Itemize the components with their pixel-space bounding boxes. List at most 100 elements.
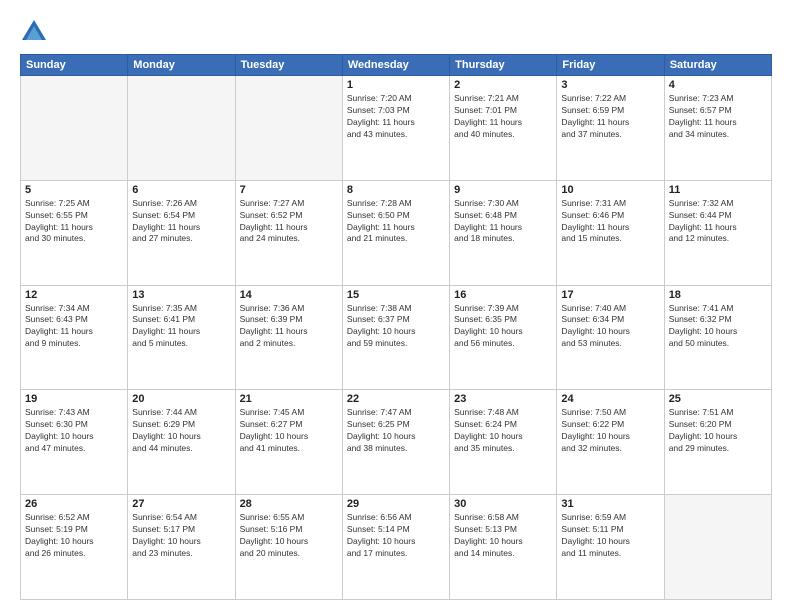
calendar-cell: 21 Sunrise: 7:45 AM Sunset: 6:27 PM Dayli… bbox=[235, 390, 342, 495]
calendar-cell: 19 Sunrise: 7:43 AM Sunset: 6:30 PM Dayli… bbox=[21, 390, 128, 495]
day-info: Sunrise: 6:55 AM Sunset: 5:16 PM Dayligh… bbox=[240, 512, 338, 560]
day-info: Sunrise: 7:31 AM Sunset: 6:46 PM Dayligh… bbox=[561, 198, 659, 246]
weekday-header-row: SundayMondayTuesdayWednesdayThursdayFrid… bbox=[21, 55, 772, 76]
day-number: 8 bbox=[347, 184, 445, 196]
day-number: 27 bbox=[132, 498, 230, 510]
day-info: Sunrise: 7:26 AM Sunset: 6:54 PM Dayligh… bbox=[132, 198, 230, 246]
day-number: 17 bbox=[561, 289, 659, 301]
calendar-cell: 27 Sunrise: 6:54 AM Sunset: 5:17 PM Dayli… bbox=[128, 495, 235, 600]
day-info: Sunrise: 7:43 AM Sunset: 6:30 PM Dayligh… bbox=[25, 407, 123, 455]
calendar-cell: 5 Sunrise: 7:25 AM Sunset: 6:55 PM Daylig… bbox=[21, 180, 128, 285]
calendar-cell: 17Sunrise: 7:40 AM Sunset: 6:34 PM Dayli… bbox=[557, 285, 664, 390]
day-info: Sunrise: 7:44 AM Sunset: 6:29 PM Dayligh… bbox=[132, 407, 230, 455]
day-info: Sunrise: 7:30 AM Sunset: 6:48 PM Dayligh… bbox=[454, 198, 552, 246]
weekday-header-monday: Monday bbox=[128, 55, 235, 76]
day-info: Sunrise: 7:32 AM Sunset: 6:44 PM Dayligh… bbox=[669, 198, 767, 246]
calendar-cell: 11Sunrise: 7:32 AM Sunset: 6:44 PM Dayli… bbox=[664, 180, 771, 285]
weekday-header-thursday: Thursday bbox=[450, 55, 557, 76]
day-number: 25 bbox=[669, 393, 767, 405]
day-number: 23 bbox=[454, 393, 552, 405]
day-info: Sunrise: 7:48 AM Sunset: 6:24 PM Dayligh… bbox=[454, 407, 552, 455]
day-info: Sunrise: 7:25 AM Sunset: 6:55 PM Dayligh… bbox=[25, 198, 123, 246]
day-info: Sunrise: 7:38 AM Sunset: 6:37 PM Dayligh… bbox=[347, 303, 445, 351]
day-info: Sunrise: 6:52 AM Sunset: 5:19 PM Dayligh… bbox=[25, 512, 123, 560]
day-number: 30 bbox=[454, 498, 552, 510]
day-number: 19 bbox=[25, 393, 123, 405]
calendar-table: SundayMondayTuesdayWednesdayThursdayFrid… bbox=[20, 54, 772, 600]
day-info: Sunrise: 7:35 AM Sunset: 6:41 PM Dayligh… bbox=[132, 303, 230, 351]
day-number: 21 bbox=[240, 393, 338, 405]
day-info: Sunrise: 7:50 AM Sunset: 6:22 PM Dayligh… bbox=[561, 407, 659, 455]
day-info: Sunrise: 6:59 AM Sunset: 5:11 PM Dayligh… bbox=[561, 512, 659, 560]
calendar-week-4: 19 Sunrise: 7:43 AM Sunset: 6:30 PM Dayli… bbox=[21, 390, 772, 495]
calendar-week-3: 12Sunrise: 7:34 AM Sunset: 6:43 PM Dayli… bbox=[21, 285, 772, 390]
day-number: 12 bbox=[25, 289, 123, 301]
day-info: Sunrise: 7:36 AM Sunset: 6:39 PM Dayligh… bbox=[240, 303, 338, 351]
day-number: 29 bbox=[347, 498, 445, 510]
day-info: Sunrise: 7:22 AM Sunset: 6:59 PM Dayligh… bbox=[561, 93, 659, 141]
calendar-cell: 13Sunrise: 7:35 AM Sunset: 6:41 PM Dayli… bbox=[128, 285, 235, 390]
day-info: Sunrise: 7:27 AM Sunset: 6:52 PM Dayligh… bbox=[240, 198, 338, 246]
calendar-cell: 28 Sunrise: 6:55 AM Sunset: 5:16 PM Dayli… bbox=[235, 495, 342, 600]
day-number: 16 bbox=[454, 289, 552, 301]
weekday-header-friday: Friday bbox=[557, 55, 664, 76]
calendar-cell: 6Sunrise: 7:26 AM Sunset: 6:54 PM Daylig… bbox=[128, 180, 235, 285]
calendar-cell: 24 Sunrise: 7:50 AM Sunset: 6:22 PM Dayli… bbox=[557, 390, 664, 495]
weekday-header-tuesday: Tuesday bbox=[235, 55, 342, 76]
calendar-cell: 26Sunrise: 6:52 AM Sunset: 5:19 PM Dayli… bbox=[21, 495, 128, 600]
calendar-cell: 15Sunrise: 7:38 AM Sunset: 6:37 PM Dayli… bbox=[342, 285, 449, 390]
calendar-cell: 2Sunrise: 7:21 AM Sunset: 7:01 PM Daylig… bbox=[450, 76, 557, 181]
day-number: 1 bbox=[347, 79, 445, 91]
day-info: Sunrise: 6:54 AM Sunset: 5:17 PM Dayligh… bbox=[132, 512, 230, 560]
day-number: 4 bbox=[669, 79, 767, 91]
header bbox=[20, 18, 772, 46]
calendar-cell: 14 Sunrise: 7:36 AM Sunset: 6:39 PM Dayli… bbox=[235, 285, 342, 390]
logo-icon bbox=[20, 18, 48, 46]
calendar-cell: 31 Sunrise: 6:59 AM Sunset: 5:11 PM Dayli… bbox=[557, 495, 664, 600]
day-number: 28 bbox=[240, 498, 338, 510]
day-info: Sunrise: 7:28 AM Sunset: 6:50 PM Dayligh… bbox=[347, 198, 445, 246]
day-number: 14 bbox=[240, 289, 338, 301]
calendar-cell: 3 Sunrise: 7:22 AM Sunset: 6:59 PM Daylig… bbox=[557, 76, 664, 181]
day-number: 7 bbox=[240, 184, 338, 196]
page: SundayMondayTuesdayWednesdayThursdayFrid… bbox=[0, 0, 792, 612]
calendar-week-5: 26Sunrise: 6:52 AM Sunset: 5:19 PM Dayli… bbox=[21, 495, 772, 600]
day-number: 22 bbox=[347, 393, 445, 405]
day-number: 9 bbox=[454, 184, 552, 196]
calendar-cell: 7 Sunrise: 7:27 AM Sunset: 6:52 PM Daylig… bbox=[235, 180, 342, 285]
calendar-cell: 22Sunrise: 7:47 AM Sunset: 6:25 PM Dayli… bbox=[342, 390, 449, 495]
day-info: Sunrise: 7:21 AM Sunset: 7:01 PM Dayligh… bbox=[454, 93, 552, 141]
calendar-cell: 1Sunrise: 7:20 AM Sunset: 7:03 PM Daylig… bbox=[342, 76, 449, 181]
day-info: Sunrise: 7:23 AM Sunset: 6:57 PM Dayligh… bbox=[669, 93, 767, 141]
calendar-cell bbox=[235, 76, 342, 181]
day-info: Sunrise: 7:45 AM Sunset: 6:27 PM Dayligh… bbox=[240, 407, 338, 455]
day-number: 24 bbox=[561, 393, 659, 405]
calendar-cell: 10 Sunrise: 7:31 AM Sunset: 6:46 PM Dayli… bbox=[557, 180, 664, 285]
calendar-cell: 9 Sunrise: 7:30 AM Sunset: 6:48 PM Daylig… bbox=[450, 180, 557, 285]
day-number: 31 bbox=[561, 498, 659, 510]
calendar-cell: 12Sunrise: 7:34 AM Sunset: 6:43 PM Dayli… bbox=[21, 285, 128, 390]
calendar-cell: 4 Sunrise: 7:23 AM Sunset: 6:57 PM Daylig… bbox=[664, 76, 771, 181]
day-number: 3 bbox=[561, 79, 659, 91]
calendar-cell: 16 Sunrise: 7:39 AM Sunset: 6:35 PM Dayli… bbox=[450, 285, 557, 390]
day-info: Sunrise: 7:39 AM Sunset: 6:35 PM Dayligh… bbox=[454, 303, 552, 351]
calendar-cell: 29 Sunrise: 6:56 AM Sunset: 5:14 PM Dayli… bbox=[342, 495, 449, 600]
day-info: Sunrise: 7:41 AM Sunset: 6:32 PM Dayligh… bbox=[669, 303, 767, 351]
calendar-week-1: 1Sunrise: 7:20 AM Sunset: 7:03 PM Daylig… bbox=[21, 76, 772, 181]
day-info: Sunrise: 6:56 AM Sunset: 5:14 PM Dayligh… bbox=[347, 512, 445, 560]
day-number: 5 bbox=[25, 184, 123, 196]
day-number: 20 bbox=[132, 393, 230, 405]
weekday-header-sunday: Sunday bbox=[21, 55, 128, 76]
day-number: 10 bbox=[561, 184, 659, 196]
calendar-cell bbox=[128, 76, 235, 181]
calendar-cell: 8 Sunrise: 7:28 AM Sunset: 6:50 PM Daylig… bbox=[342, 180, 449, 285]
calendar-cell: 23 Sunrise: 7:48 AM Sunset: 6:24 PM Dayli… bbox=[450, 390, 557, 495]
calendar-cell bbox=[21, 76, 128, 181]
calendar-cell: 25 Sunrise: 7:51 AM Sunset: 6:20 PM Dayli… bbox=[664, 390, 771, 495]
day-info: Sunrise: 7:51 AM Sunset: 6:20 PM Dayligh… bbox=[669, 407, 767, 455]
logo bbox=[20, 18, 52, 46]
calendar-cell: 20 Sunrise: 7:44 AM Sunset: 6:29 PM Dayli… bbox=[128, 390, 235, 495]
calendar-cell: 18Sunrise: 7:41 AM Sunset: 6:32 PM Dayli… bbox=[664, 285, 771, 390]
day-info: Sunrise: 6:58 AM Sunset: 5:13 PM Dayligh… bbox=[454, 512, 552, 560]
calendar-cell bbox=[664, 495, 771, 600]
